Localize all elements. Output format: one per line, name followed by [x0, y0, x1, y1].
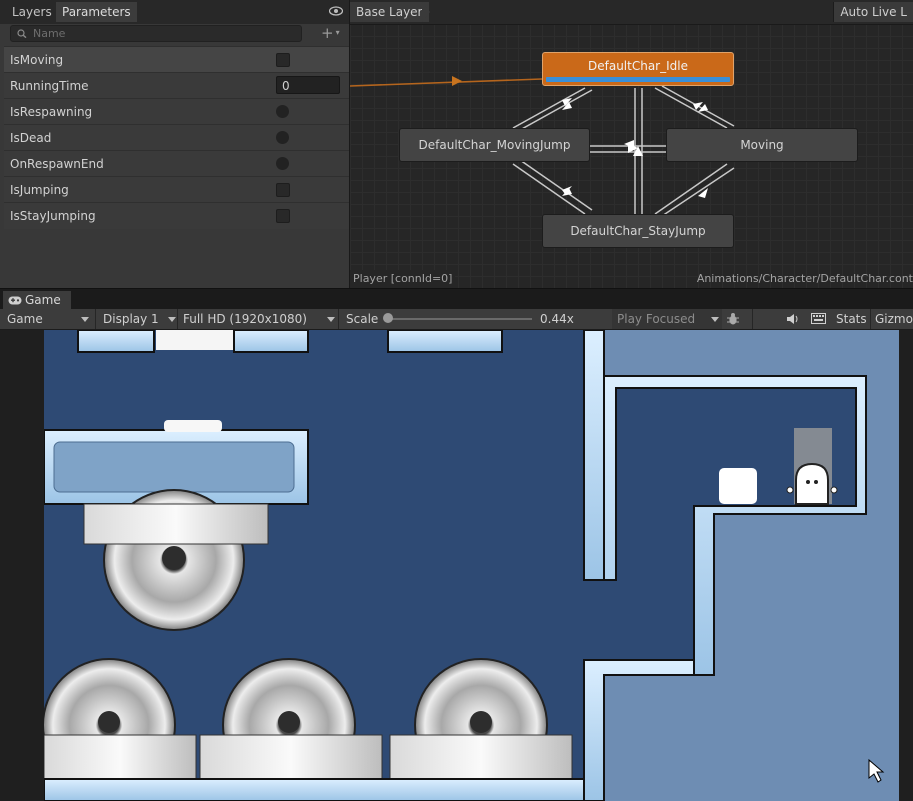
- parameter-row[interactable]: IsJumping: [4, 176, 349, 203]
- parameter-name: RunningTime: [10, 79, 89, 93]
- view-mode-label: Game: [7, 312, 43, 326]
- state-label: DefaultChar_StayJump: [570, 224, 706, 238]
- breadcrumb[interactable]: Base Layer: [350, 2, 429, 22]
- tab-parameters[interactable]: Parameters: [56, 2, 137, 22]
- play-mode-label: Play Focused: [617, 312, 696, 326]
- game-tab-label: Game: [25, 293, 61, 307]
- play-mode-dropdown[interactable]: Play Focused: [612, 309, 722, 329]
- parameter-row[interactable]: RunningTime 0: [4, 72, 349, 99]
- parameter-trigger-toggle[interactable]: [276, 131, 289, 144]
- scale-value: 0.44x: [540, 312, 574, 326]
- search-icon: [17, 29, 27, 38]
- tab-layers[interactable]: Layers: [6, 2, 58, 22]
- state-moving-jump[interactable]: DefaultChar_MovingJump: [399, 128, 590, 162]
- chevron-down-icon: ▾: [335, 28, 340, 37]
- parameter-row[interactable]: IsMoving: [4, 46, 349, 73]
- breadcrumb-arrow: [422, 2, 430, 22]
- parameter-name: IsDead: [10, 131, 52, 145]
- parameter-trigger-toggle[interactable]: [276, 157, 289, 170]
- display-dropdown[interactable]: Display 1: [103, 309, 176, 329]
- parameter-row[interactable]: IsStayJumping: [4, 202, 349, 229]
- animator-graph[interactable]: Base Layer Auto Live L DefaultChar_Idle …: [350, 0, 913, 288]
- parameter-row[interactable]: IsDead: [4, 124, 349, 151]
- scale-label: Scale: [346, 312, 379, 326]
- tab-game[interactable]: Game: [3, 291, 71, 310]
- state-label: Moving: [740, 138, 784, 152]
- chevron-down-icon: [81, 317, 89, 322]
- chevron-down-icon: [168, 317, 176, 322]
- game-scene[interactable]: [42, 330, 899, 801]
- state-default-idle[interactable]: DefaultChar_Idle: [542, 52, 734, 86]
- parameter-search-row: Name + ▾: [0, 24, 349, 44]
- state-label: DefaultChar_Idle: [588, 59, 688, 73]
- animator-window: Layers Parameters Name + ▾ IsMoving Runn…: [0, 0, 913, 288]
- arrow-icon: [452, 76, 462, 86]
- add-parameter-button[interactable]: + ▾: [321, 25, 345, 41]
- graph-toolbar: Base Layer Auto Live L: [350, 0, 913, 25]
- graph-footer-controller-path: Animations/Character/DefaultChar.cont: [696, 272, 913, 285]
- parameter-bool-checkbox[interactable]: [276, 183, 290, 197]
- parameter-bool-checkbox[interactable]: [276, 53, 290, 67]
- chevron-down-icon: [327, 317, 335, 322]
- stats-button[interactable]: Stats: [836, 309, 867, 329]
- search-placeholder: Name: [33, 27, 66, 40]
- parameter-row[interactable]: IsRespawning: [4, 98, 349, 125]
- state-label: DefaultChar_MovingJump: [418, 138, 571, 152]
- parameter-name: IsStayJumping: [10, 209, 96, 223]
- state-stay-jump[interactable]: DefaultChar_StayJump: [542, 214, 734, 248]
- resolution-label: Full HD (1920x1080): [183, 312, 307, 326]
- animator-tabbar: Layers Parameters: [0, 0, 349, 25]
- parameter-bool-checkbox[interactable]: [276, 209, 290, 223]
- parameter-row[interactable]: OnRespawnEnd: [4, 150, 349, 177]
- entry-transition[interactable]: [350, 78, 543, 87]
- parameter-float-field[interactable]: 0: [276, 76, 340, 94]
- parameter-name: IsMoving: [10, 53, 64, 67]
- bug-icon[interactable]: [726, 309, 748, 329]
- chevron-down-icon: [711, 317, 719, 322]
- view-mode-dropdown[interactable]: Game: [7, 309, 91, 329]
- parameters-panel: Layers Parameters Name + ▾ IsMoving Runn…: [0, 0, 350, 288]
- scale-slider[interactable]: [386, 318, 532, 320]
- game-tabbar: Game: [0, 288, 913, 310]
- plus-icon: +: [321, 24, 334, 42]
- eye-icon[interactable]: [329, 5, 343, 17]
- parameter-search-input[interactable]: Name: [10, 25, 302, 42]
- game-toolbar: Game Display 1 Full HD (1920x1080) Scale…: [0, 309, 913, 330]
- state-progress-bar: [546, 77, 730, 82]
- scale-slider-handle[interactable]: [383, 313, 393, 323]
- keyboard-icon[interactable]: [811, 309, 829, 329]
- display-label: Display 1: [103, 312, 159, 326]
- gizmos-button[interactable]: Gizmo: [875, 309, 913, 329]
- gamepad-icon: [8, 296, 22, 305]
- state-moving[interactable]: Moving: [666, 128, 858, 162]
- resolution-dropdown[interactable]: Full HD (1920x1080): [183, 309, 335, 329]
- level-render: [42, 330, 899, 801]
- parameter-trigger-toggle[interactable]: [276, 105, 289, 118]
- game-viewport[interactable]: [0, 330, 913, 801]
- graph-footer-object: Player [connId=0]: [350, 270, 456, 288]
- parameter-name: IsRespawning: [10, 105, 93, 119]
- audio-icon[interactable]: [786, 309, 802, 329]
- parameter-name: OnRespawnEnd: [10, 157, 104, 171]
- auto-live-link-toggle[interactable]: Auto Live L: [833, 2, 913, 22]
- parameter-name: IsJumping: [10, 183, 69, 197]
